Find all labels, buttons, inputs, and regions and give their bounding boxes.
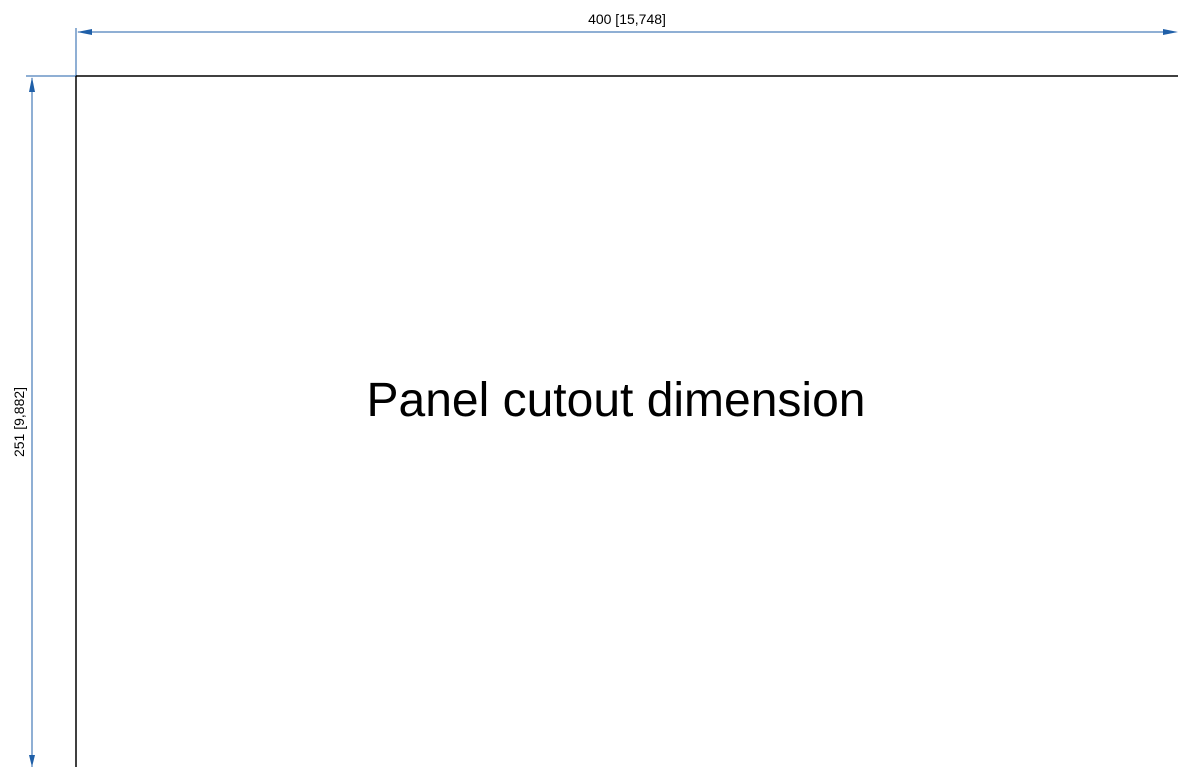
width-dimension-right-arrow xyxy=(1163,29,1178,35)
width-dimension-label: 400 [15,748] xyxy=(588,11,666,27)
panel-cutout-title: Panel cutout dimension xyxy=(367,374,866,427)
panel-cutout-drawing: 400 [15,748] 251 [9,882] Panel cutout di… xyxy=(11,11,1178,767)
height-dimension-label: 251 [9,882] xyxy=(11,387,27,457)
height-dimension: 251 [9,882] xyxy=(11,77,35,767)
width-dimension: 400 [15,748] xyxy=(77,11,1178,35)
height-dimension-top-arrow xyxy=(29,77,35,92)
height-dimension-bottom-arrow xyxy=(29,755,35,767)
width-dimension-left-arrow xyxy=(77,29,92,35)
